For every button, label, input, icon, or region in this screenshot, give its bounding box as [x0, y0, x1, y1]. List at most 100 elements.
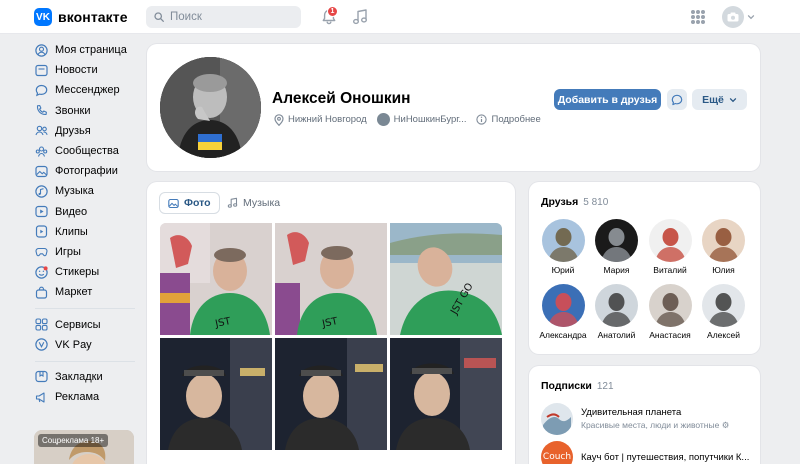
friends-card: Друзья 5 810 Юрий Мария Виталий Юлия Алексан… — [529, 182, 760, 354]
photo-icon — [168, 198, 179, 208]
sidebar-item[interactable]: Закладки — [30, 367, 140, 387]
sidebar-item-label: Реклама — [55, 391, 100, 404]
sidebar-item[interactable]: Фотографии — [30, 161, 140, 181]
sidebar-item[interactable]: Реклама — [30, 387, 140, 407]
photo-thumbnail[interactable] — [390, 338, 502, 450]
photo-thumbnail[interactable]: JST — [275, 223, 387, 335]
market-bag-icon — [35, 286, 48, 299]
sidebar-item-label: Мессенджер — [55, 84, 120, 97]
message-icon — [671, 94, 683, 105]
chevron-down-icon[interactable] — [747, 13, 755, 21]
sidebar-item[interactable]: Музыка — [30, 181, 140, 201]
friend-item[interactable]: Александра — [536, 284, 590, 340]
message-button[interactable] — [667, 89, 687, 110]
sidebar-item[interactable]: Игры — [30, 242, 140, 262]
friends-title: Друзья — [541, 196, 579, 208]
vkpay-icon — [35, 338, 48, 351]
sidebar-item-label: Сообщества — [55, 145, 119, 158]
phone-icon — [36, 105, 47, 116]
sidebar-divider — [35, 360, 135, 362]
search-input[interactable]: Поиск — [146, 6, 301, 28]
tab-photos-label: Фото — [184, 197, 211, 209]
friend-item[interactable]: Юрий — [536, 219, 590, 275]
photo-image — [275, 338, 387, 450]
notification-badge: 1 — [327, 6, 338, 17]
info-icon — [476, 114, 488, 125]
photo-thumbnail[interactable]: JST — [160, 223, 272, 335]
profile-avatar[interactable] — [160, 57, 261, 158]
sidebar-item[interactable]: Сообщества — [30, 141, 140, 161]
profile-community-label: НиНошкинБург... — [393, 114, 467, 125]
music-icon[interactable] — [352, 8, 368, 26]
friend-item[interactable]: Алексей — [697, 284, 751, 340]
more-button-label: Ещё — [702, 93, 724, 106]
ad-badge: Соцреклама 18+ — [38, 434, 109, 447]
sidebar-item-label: Сервисы — [55, 318, 101, 331]
vk-logo[interactable]: VK вконтакте — [34, 8, 128, 26]
friend-name: Алексей — [707, 330, 740, 340]
sidebar-item-label: Игры — [55, 245, 81, 258]
friend-item[interactable]: Мария — [590, 219, 644, 275]
subscription-item[interactable]: Couch Кауч бот | путешествия, попутчики … — [541, 441, 749, 464]
friend-avatar — [595, 284, 638, 327]
photo-icon — [35, 165, 48, 177]
friends-icon — [35, 126, 48, 136]
more-button[interactable]: Ещё — [692, 89, 747, 110]
apps-grid-icon[interactable] — [691, 10, 705, 24]
camera-icon — [727, 12, 739, 22]
subscription-title: Удивительная планета — [581, 407, 682, 418]
search-placeholder: Поиск — [170, 11, 202, 23]
profile-more-info[interactable]: Подробнее — [476, 114, 541, 125]
sidebar-item[interactable]: Моя страница — [30, 40, 140, 60]
tab-music[interactable]: Музыка — [221, 192, 286, 214]
sidebar-item[interactable]: Мессенджер — [30, 80, 140, 100]
sidebar-item[interactable]: Стикеры — [30, 262, 140, 282]
friend-avatar — [541, 219, 585, 262]
friend-avatar — [702, 219, 745, 262]
sidebar-item[interactable]: Видео — [30, 202, 140, 222]
friend-name: Юрий — [551, 265, 575, 275]
top-header: VK вконтакте Поиск 1 — [0, 0, 800, 34]
sidebar-item[interactable]: Звонки — [30, 101, 140, 121]
ad-banner[interactable]: Соцреклама 18+ — [34, 430, 134, 464]
location-pin-icon — [274, 113, 284, 126]
media-card: Фото Музыка JST JST JST GO — [147, 182, 515, 464]
friend-name: Виталий — [653, 265, 687, 275]
profile-city[interactable]: Нижний Новгород — [274, 113, 367, 126]
friend-avatar — [702, 284, 745, 327]
friend-avatar — [595, 219, 638, 262]
friend-name: Мария — [603, 265, 630, 275]
sidebar-item[interactable]: Сервисы — [30, 314, 140, 334]
subscriptions-header[interactable]: Подписки 121 — [541, 380, 614, 392]
user-menu-avatar[interactable] — [722, 6, 744, 28]
friends-count: 5 810 — [583, 197, 609, 208]
photo-image: JST — [275, 223, 387, 335]
left-sidebar: Моя страница Новости Мессенджер Звонки Друзь… — [30, 40, 140, 407]
photo-thumbnail[interactable]: JST GO — [390, 223, 502, 335]
sidebar-item[interactable]: Маркет — [30, 282, 140, 302]
friend-item[interactable]: Анастасия — [643, 284, 697, 340]
sidebar-item[interactable]: Клипы — [30, 222, 140, 242]
tab-photos[interactable]: Фото — [159, 192, 220, 214]
friend-name: Анастасия — [649, 330, 691, 340]
sidebar-item[interactable]: Новости — [30, 60, 140, 80]
profile-community[interactable]: НиНошкинБург... — [376, 113, 467, 126]
friend-item[interactable]: Юлия — [697, 219, 751, 275]
sidebar-item-label: Закладки — [55, 370, 103, 383]
subscription-item[interactable]: Удивительная планета Красивые места, люд… — [541, 403, 729, 435]
sidebar-item[interactable]: VK Pay — [30, 335, 140, 355]
photo-thumbnail[interactable] — [160, 338, 272, 450]
friend-item[interactable]: Анатолий — [590, 284, 644, 340]
friend-item[interactable]: Виталий — [643, 219, 697, 275]
add-friend-button[interactable]: Добавить в друзья — [554, 89, 661, 110]
tab-music-label: Музыка — [243, 197, 281, 209]
photo-thumbnail[interactable] — [275, 338, 387, 450]
subscription-avatar: Couch — [541, 441, 573, 464]
chat-bubble-icon — [35, 84, 48, 97]
friends-header[interactable]: Друзья 5 810 — [541, 196, 608, 208]
search-icon — [154, 12, 164, 22]
sidebar-item[interactable]: Друзья — [30, 121, 140, 141]
sidebar-item-label: Клипы — [55, 225, 88, 238]
subscription-title: Кауч бот | путешествия, попутчики К... — [581, 451, 750, 463]
vk-logo-text: вконтакте — [58, 9, 128, 25]
